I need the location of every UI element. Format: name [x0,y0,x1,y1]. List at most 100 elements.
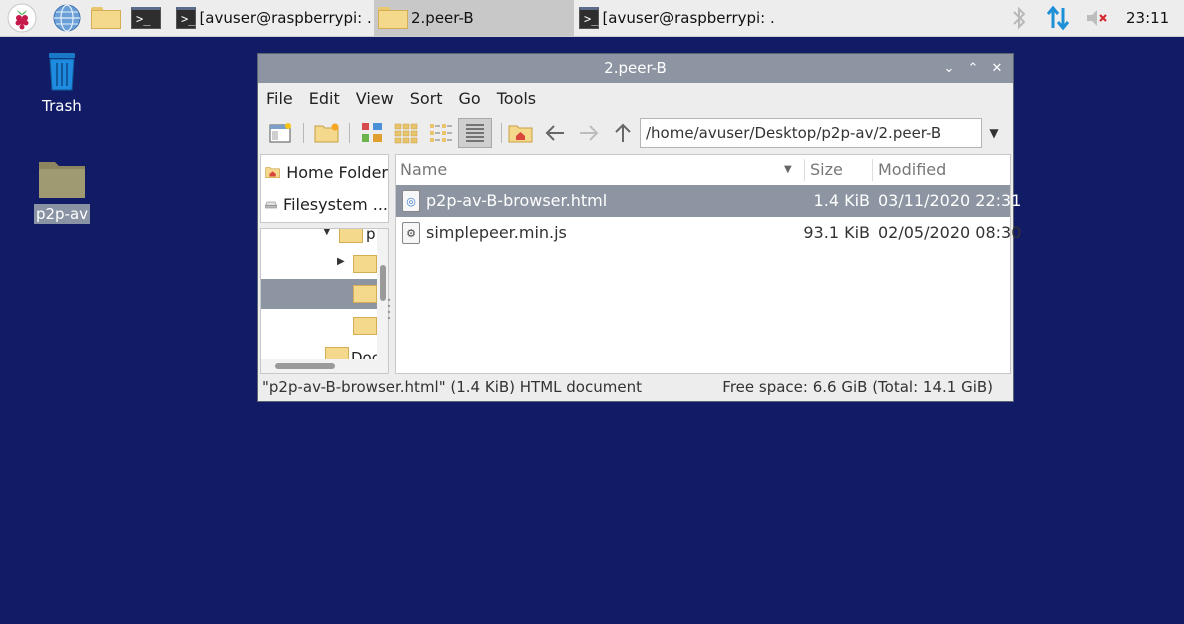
menu-file[interactable]: File [258,89,301,108]
thumbnail-view-icon [362,123,382,142]
places-item-label: Filesystem ... [283,194,388,214]
html-file-icon: ◎ [402,190,420,212]
folder-icon [339,229,363,243]
clock[interactable]: 23:11 [1126,0,1169,36]
compact-view-icon [430,124,452,142]
arrow-right-icon [580,125,599,141]
network-icon [1046,5,1070,31]
chevron-right-icon: ▶ [337,256,345,267]
terminal-icon: >_ [579,7,600,29]
clock-label: 23:11 [1126,9,1170,27]
tree-row[interactable] [261,311,377,341]
icon-view-button[interactable] [391,118,421,148]
detailed-list-view-button[interactable] [458,118,492,148]
maximize-button[interactable]: ⌃ [962,54,984,83]
back-button[interactable] [540,118,570,148]
menu-tools[interactable]: Tools [489,89,544,108]
desktop-icon-label: Trash [42,97,82,115]
drive-icon [265,201,277,209]
chevron-down-icon: ▼ [323,228,331,237]
terminal-icon: >_ [176,7,197,29]
path-input[interactable]: /home/avuser/Desktop/p2p-av/2.peer-B [640,118,982,148]
volume-tray-button[interactable] [1084,0,1110,36]
column-header-size[interactable]: Size [806,155,874,185]
menu-edit[interactable]: Edit [301,89,348,108]
file-manager-window: 2.peer-B ⌄ ⌃ ✕ File Edit View Sort Go To… [258,54,1021,401]
terminal-launcher-button[interactable]: >_ [128,0,164,36]
web-browser-button[interactable] [49,0,85,36]
status-free-space: Free space: 6.6 GiB (Total: 14.1 GiB) [722,378,993,396]
taskbar-task-terminal-2[interactable]: >_ [avuser@raspberrypi: ... [575,0,775,36]
new-folder-icon [314,123,339,143]
desktop-icon-trash[interactable]: Trash [30,50,94,116]
compact-view-button[interactable] [426,118,456,148]
volume-muted-icon [1087,10,1107,26]
chevron-down-icon: ▼ [989,126,999,140]
status-selection-info: "p2p-av-B-browser.html" (1.4 KiB) HTML d… [262,378,642,396]
new-window-icon [269,123,291,143]
arrow-left-icon [545,125,564,141]
file-modified: 03/11/2020 22:31 [878,191,1022,210]
tree-row-selected[interactable] [261,279,377,309]
folder-icon [353,285,377,303]
column-separator [804,159,805,181]
home-button[interactable] [506,118,536,148]
places-item-home-folder[interactable]: Home Folder [261,157,388,187]
file-name: simplepeer.min.js [426,223,567,242]
menu-go[interactable]: Go [451,89,489,108]
file-manager-launcher-button[interactable] [88,0,124,36]
new-window-button[interactable] [266,118,296,148]
taskbar-task-terminal-1[interactable]: >_ [avuser@raspberrypi: ... [172,0,372,36]
task-label: [avuser@raspberrypi: ... [199,9,372,27]
column-header-label: Name [400,160,448,179]
new-folder-button[interactable] [312,118,342,148]
tree-row[interactable]: ▼ p [261,228,377,249]
home-folder-icon [508,125,533,143]
home-folder-icon [265,167,280,179]
file-row[interactable]: ⚙ simplepeer.min.js 93.1 KiB 02/05/2020 … [396,217,1021,249]
tree-row-label: p [366,228,376,243]
menubar: File Edit View Sort Go Tools [258,83,1013,113]
raspberry-menu-button[interactable] [4,0,40,36]
bluetooth-icon [1013,6,1026,30]
forward-button[interactable] [574,118,604,148]
file-list: Name ▼ Size Modified ◎ p2p-av-B-browser.… [395,154,1021,374]
pane-splitter[interactable] [386,294,392,324]
terminal-icon: >_ [131,7,161,29]
tree-horizontal-scrollbar[interactable] [261,359,388,373]
column-header-modified[interactable]: Modified [874,155,1010,185]
bluetooth-tray-button[interactable] [1008,0,1030,36]
script-file-icon: ⚙ [402,222,420,244]
toolbar-separator [303,123,304,143]
taskbar-task-file-manager[interactable]: 2.peer-B [374,0,574,36]
globe-icon [53,4,81,32]
tree-row[interactable]: ▶ [261,249,377,279]
toolbar-separator [501,123,502,143]
toolbar: /home/avuser/Desktop/p2p-av/2.peer-B ▼ [258,113,1013,153]
raspberry-icon [7,3,37,33]
desktop-icon-label: p2p-av [33,204,91,224]
window-title: 2.peer-B [604,59,667,77]
column-header-label: Size [810,160,843,179]
menu-view[interactable]: View [348,89,402,108]
status-bar: "p2p-av-B-browser.html" (1.4 KiB) HTML d… [258,376,1013,400]
desktop-icon-p2p-av[interactable]: p2p-av [30,158,94,224]
menu-sort[interactable]: Sort [402,89,451,108]
minimize-button[interactable]: ⌄ [938,54,960,83]
thumbnail-view-button[interactable] [358,118,388,148]
trash-icon [49,53,75,91]
up-button[interactable] [608,118,638,148]
sort-descending-icon: ▼ [784,164,792,175]
column-header-label: Modified [878,160,947,179]
window-titlebar[interactable]: 2.peer-B ⌄ ⌃ ✕ [258,54,1013,83]
file-row[interactable]: ◎ p2p-av-B-browser.html 1.4 KiB 03/11/20… [396,185,1021,217]
close-button[interactable]: ✕ [986,54,1008,83]
network-tray-button[interactable] [1044,0,1072,36]
places-item-filesystem[interactable]: Filesystem ... [261,189,388,219]
file-size: 93.1 KiB [803,223,870,242]
column-separator [872,159,873,181]
path-history-dropdown[interactable]: ▼ [984,118,1004,148]
detailed-list-view-icon [466,124,484,142]
task-label: [avuser@raspberrypi: ... [602,9,775,27]
column-header-name[interactable]: Name ▼ [396,155,806,185]
